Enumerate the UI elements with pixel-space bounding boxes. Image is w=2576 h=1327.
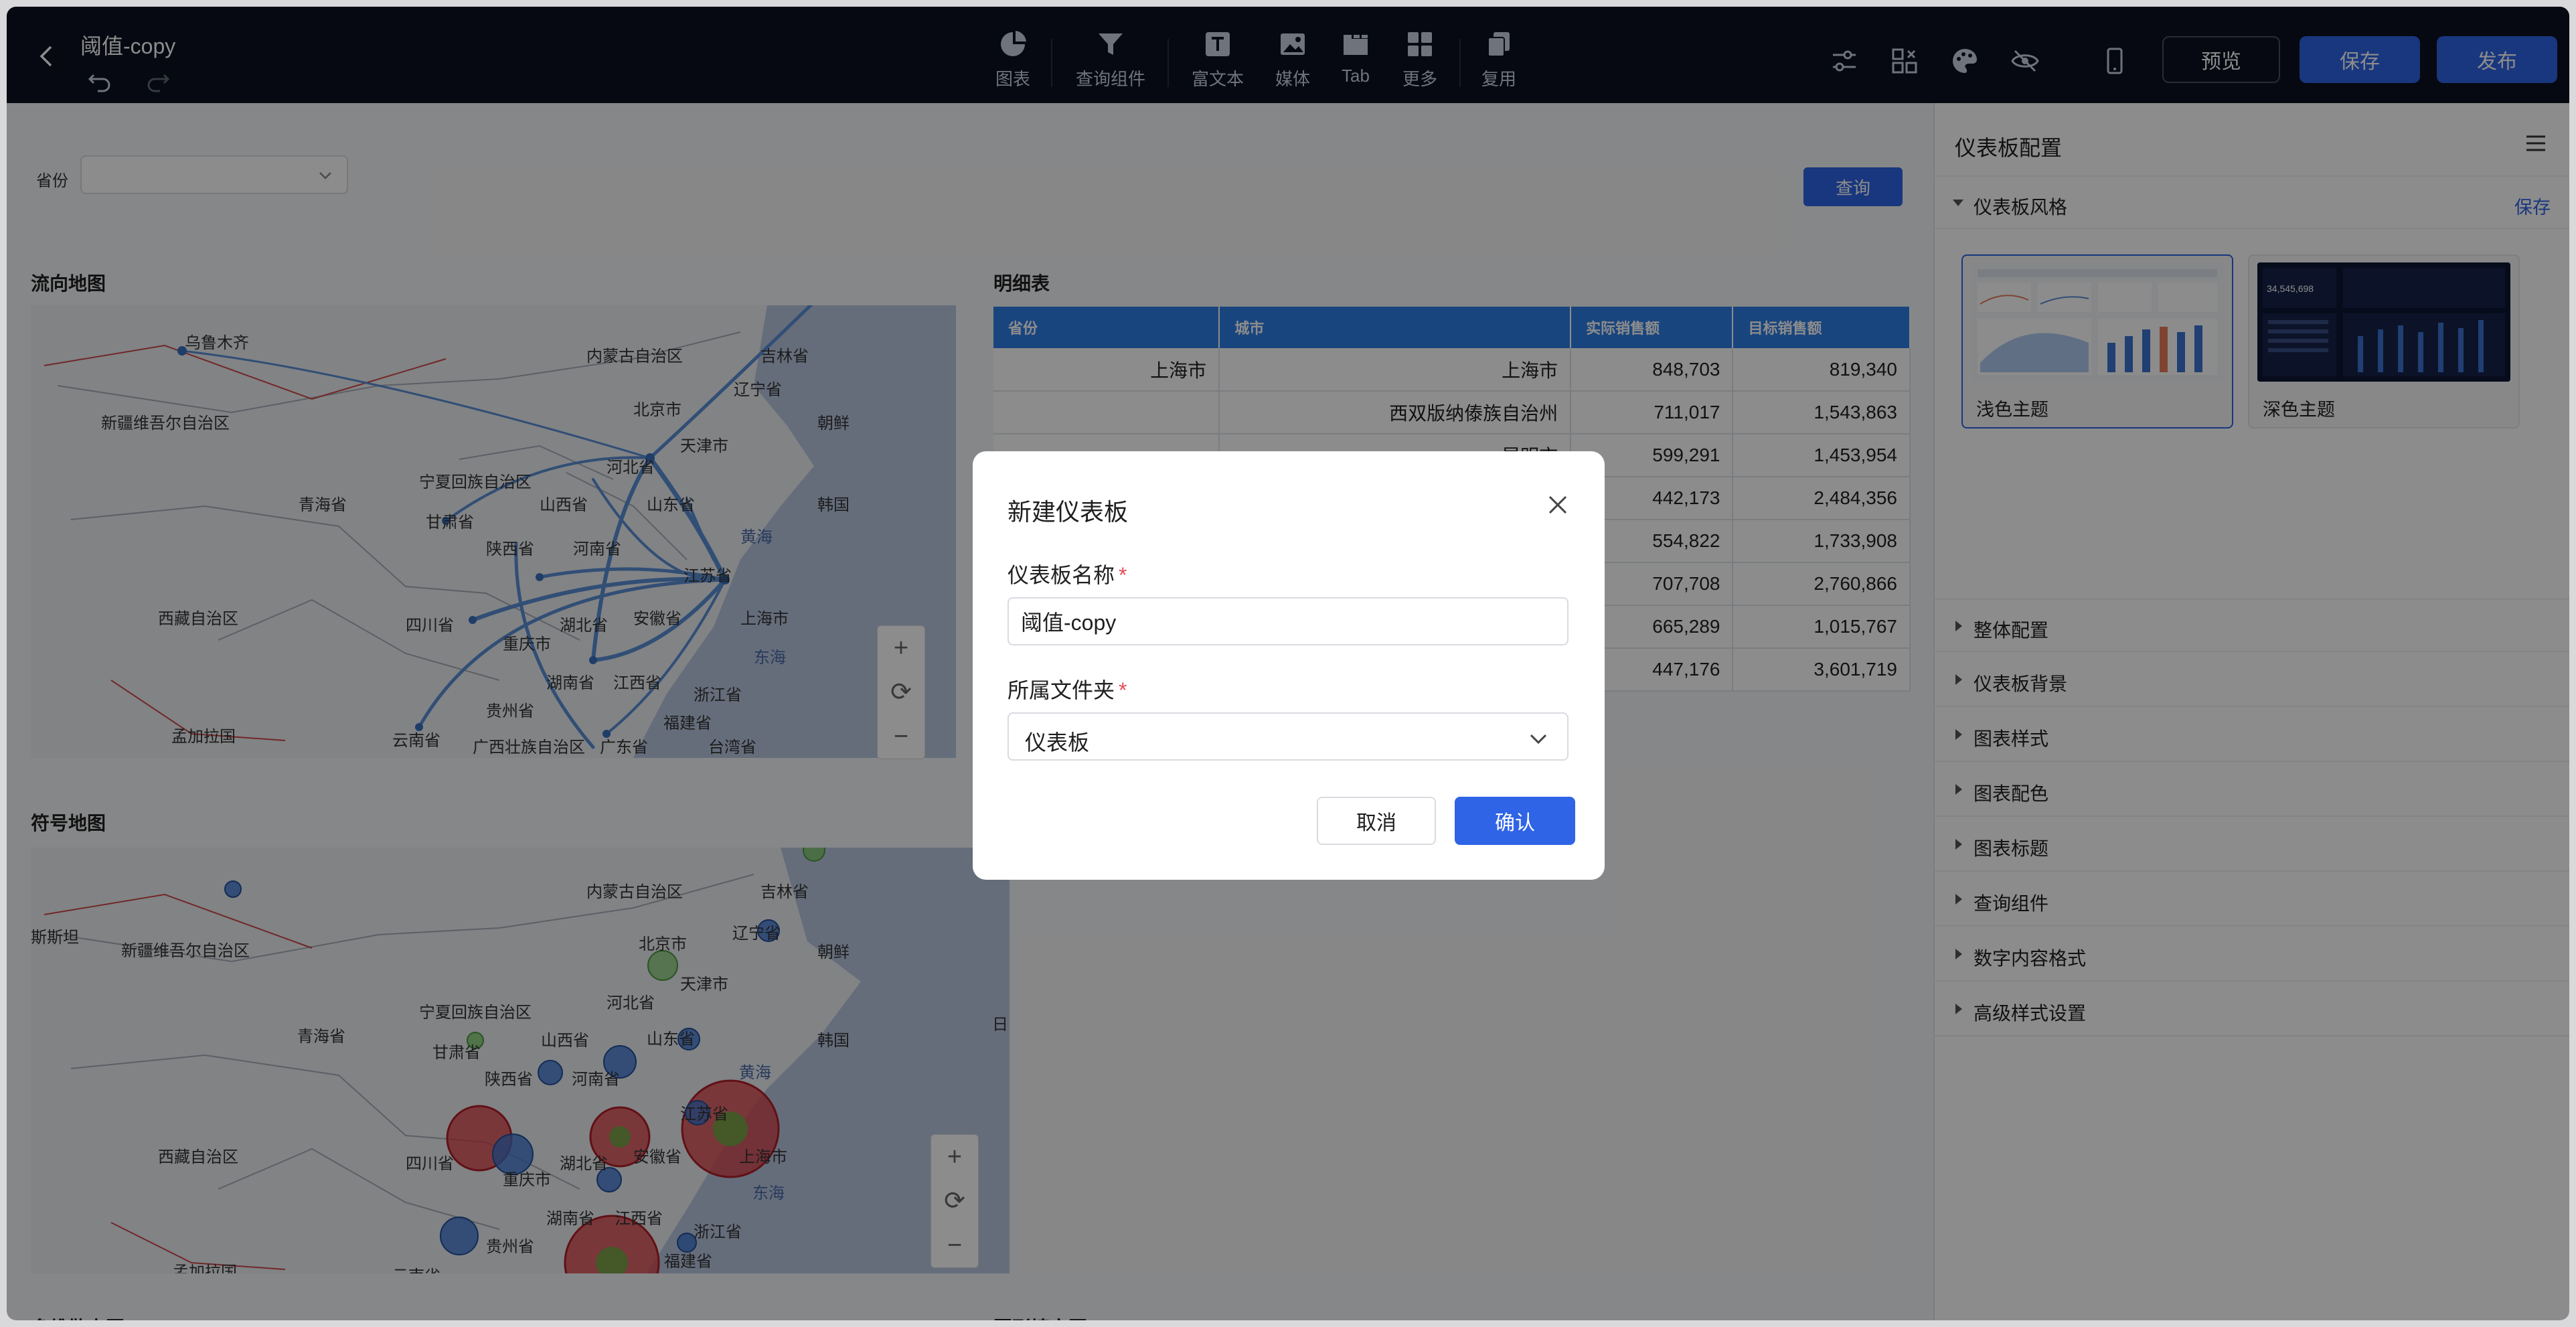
required-mark: *	[1119, 678, 1127, 702]
folder-select[interactable]: 仪表板	[1008, 712, 1568, 761]
close-icon[interactable]	[1544, 491, 1571, 518]
folder-field-label: 所属文件夹 *	[1008, 678, 1127, 702]
dialog-title: 新建仪表板	[1008, 498, 1129, 526]
required-mark: *	[1119, 563, 1127, 587]
cancel-button[interactable]: 取消	[1317, 797, 1436, 845]
new-dashboard-dialog: 新建仪表板 仪表板名称* 所属文件夹* 仪表板 取消 确认	[973, 451, 1605, 880]
confirm-button[interactable]: 确认	[1455, 797, 1575, 845]
app-window: 阈值-copy 图表 查询组件 富文本 媒体 Tab 更多 复用 预览 保存 发…	[7, 7, 2569, 1320]
dashboard-name-input[interactable]	[1008, 597, 1568, 645]
name-field-label: 仪表板名称 *	[1008, 563, 1127, 587]
folder-select-value: 仪表板	[1025, 730, 1090, 755]
chevron-down-icon	[1530, 734, 1547, 745]
